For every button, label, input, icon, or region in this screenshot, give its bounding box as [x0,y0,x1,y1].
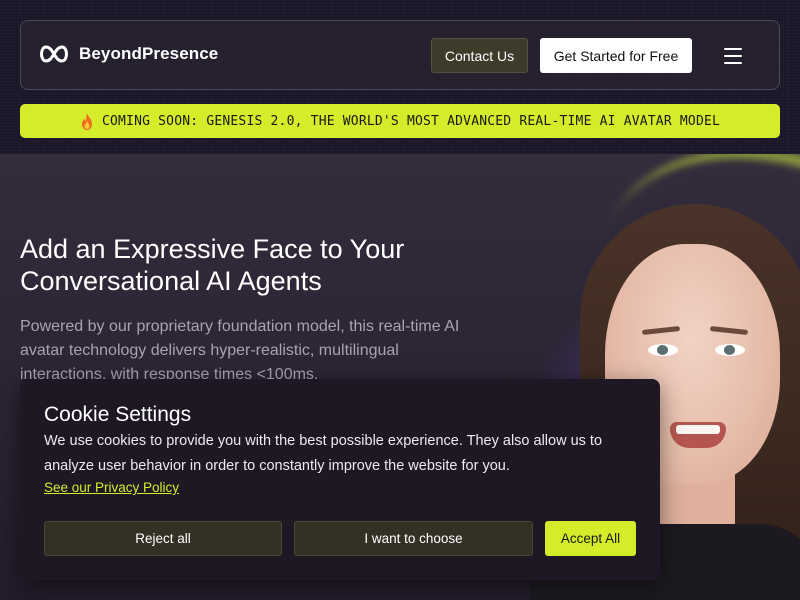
get-started-button[interactable]: Get Started for Free [540,38,692,73]
avatar-mouth [670,422,726,448]
banner-text: COMING SOON: GENESIS 2.0, THE WORLD'S MO… [101,113,721,129]
site-header: BeyondPresence Contact Us Get Started fo… [20,20,780,90]
brand-name: BeyondPresence [79,44,219,63]
avatar-eye-left [648,344,678,356]
infinity-logo-icon [40,45,68,63]
choose-cookies-button[interactable]: I want to choose [294,521,533,556]
cookie-title: Cookie Settings [44,403,192,426]
accept-all-button[interactable]: Accept All [545,521,636,556]
hero-title: Add an Expressive Face to Your Conversat… [20,234,405,296]
contact-us-button[interactable]: Contact Us [431,38,528,73]
hero-subtitle: Powered by our proprietary foundation mo… [20,318,460,383]
cookie-settings-dialog: Cookie Settings We use cookies to provid… [20,379,660,580]
reject-all-button[interactable]: Reject all [44,521,282,556]
hamburger-menu-icon[interactable] [724,48,742,64]
privacy-policy-link[interactable]: See our Privacy Policy [44,480,179,495]
announcement-banner[interactable]: COMING SOON: GENESIS 2.0, THE WORLD'S MO… [20,104,780,138]
brand-logo[interactable]: BeyondPresence [37,43,218,65]
fire-icon [81,112,92,130]
cookie-description: We use cookies to provide you with the b… [44,433,603,474]
avatar-eye-right [715,344,745,356]
